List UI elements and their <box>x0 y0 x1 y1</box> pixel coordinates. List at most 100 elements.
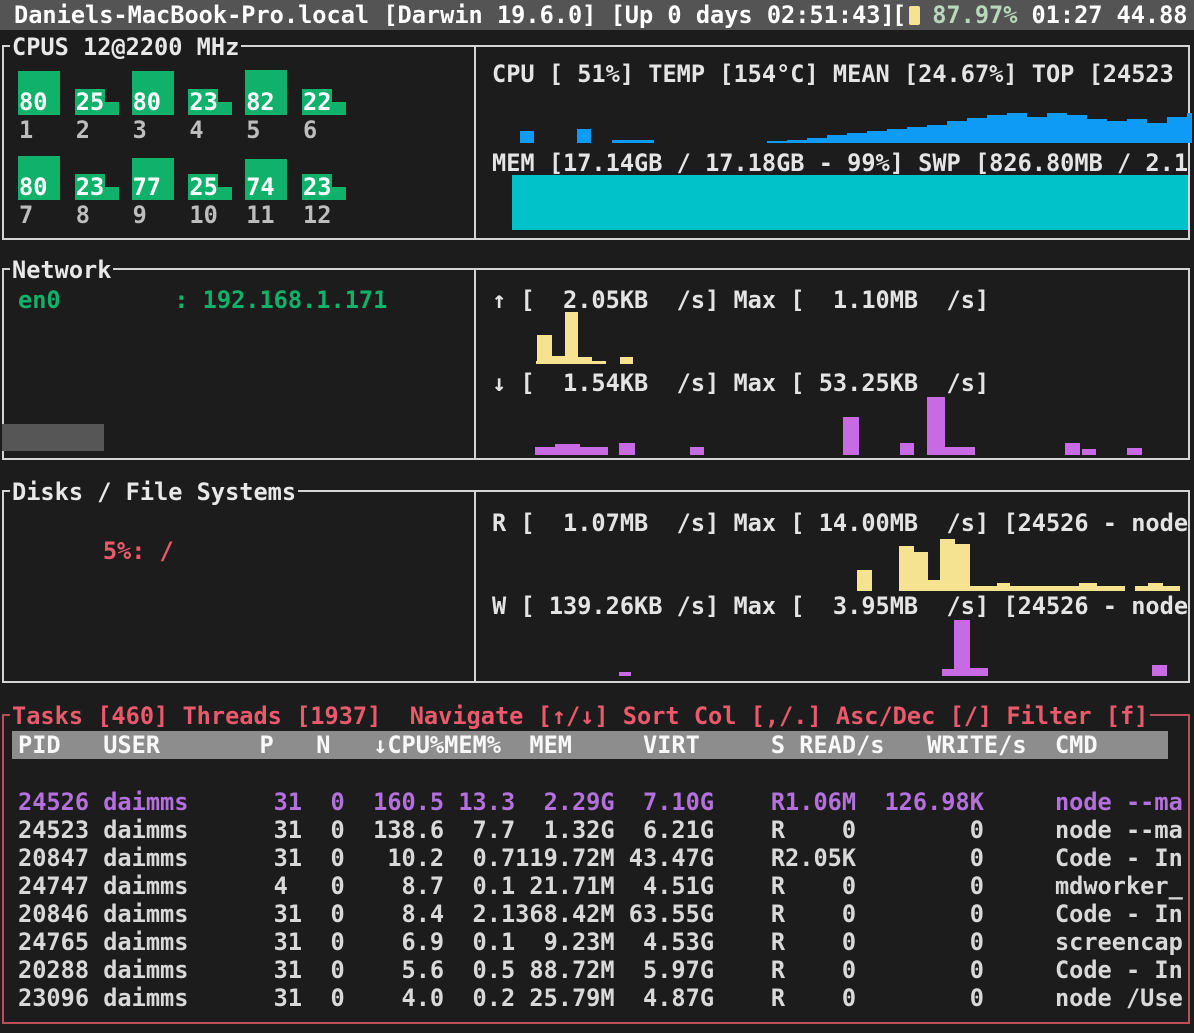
cpu-core-load: 80 <box>133 89 161 115</box>
terminal-screen: { "colors": { "green": "#10b26b", "blue"… <box>0 0 1194 1033</box>
disk-write-line: W [ 139.26KB /s] Max [ 3.95MB /s] [24526… <box>492 592 1188 620</box>
battery-bracket: [ <box>892 1 906 29</box>
hist-bar <box>537 335 552 364</box>
net-down-chart <box>480 397 1192 455</box>
hist-bar <box>970 668 988 676</box>
hist-bar <box>1152 665 1167 676</box>
hist-bar <box>1047 113 1067 143</box>
hist-bar <box>1067 115 1087 143</box>
net-up-chart <box>480 309 1192 364</box>
mem-usage-bar <box>480 175 1192 230</box>
hist-bar <box>578 357 592 364</box>
cpu-core-cell: 807 <box>18 154 74 228</box>
hist-bar <box>552 356 565 364</box>
tasks-header-row[interactable]: PID USER P N ↓CPU%MEM% MEM VIRT S READ/s… <box>12 731 1168 759</box>
disk-usage-line: 5%: / <box>46 509 174 593</box>
cpu-core-cell: 7411 <box>245 154 301 228</box>
hist-bar <box>555 444 580 455</box>
task-row[interactable]: 24523 daimms 31 0 138.6 7.7 1.32G 6.21G … <box>18 816 1194 844</box>
battery-watts: 44.88 <box>1116 1 1187 29</box>
hist-bar <box>887 129 907 143</box>
cpu-core-bar-step <box>332 102 346 115</box>
cpu-core-number: 11 <box>246 201 274 229</box>
hist-bar <box>867 131 887 143</box>
hist-bar <box>1127 448 1142 455</box>
cpu-core-number: 9 <box>133 201 147 229</box>
hist-bar <box>619 443 635 455</box>
hist-bar <box>954 620 970 676</box>
hist-bar <box>520 131 534 143</box>
hist-bar <box>843 417 859 455</box>
cpu-core-cell: 2312 <box>302 154 358 228</box>
network-section-box: Network en0 : 192.168.1.171 ↑ [ 2.05KB /… <box>2 268 1190 460</box>
battery-icon <box>909 6 920 25</box>
hist-bar <box>619 672 631 676</box>
task-row[interactable]: 24526 daimms 31 0 160.5 13.3 2.29G 7.10G… <box>18 788 1194 816</box>
disks-section-divider <box>474 492 476 681</box>
hist-bar <box>580 447 608 455</box>
hist-bar <box>1167 117 1187 143</box>
network-section-title: Network <box>10 256 113 284</box>
cpu-core-load: 25 <box>189 174 217 200</box>
task-row[interactable]: 20288 daimms 31 0 5.6 0.5 88.72M 5.97G R… <box>18 956 1194 984</box>
network-scroll-indicator[interactable] <box>2 424 104 451</box>
cpu-core-cell: 226 <box>302 69 358 143</box>
cpu-core-cell: 803 <box>132 69 188 143</box>
cpu-core-number: 12 <box>303 201 331 229</box>
hist-bar <box>847 133 867 143</box>
hist-bar <box>987 115 1007 143</box>
tasks-section-box: Tasks [460] Threads [1937] Navigate [↑/↓… <box>2 714 1190 1024</box>
hist-bar <box>928 580 940 591</box>
network-section-divider <box>474 270 476 458</box>
task-row[interactable]: 24765 daimms 31 0 6.9 0.1 9.23M 4.53G R … <box>18 928 1194 956</box>
hist-bar <box>1007 113 1027 143</box>
disk-read-line: R [ 1.07MB /s] Max [ 14.00MB /s] [24526 … <box>492 509 1188 537</box>
cpu-core-number: 4 <box>189 116 203 144</box>
hist-bar <box>907 127 927 143</box>
cpu-core-load: 23 <box>76 174 104 200</box>
hist-bar <box>612 140 654 143</box>
battery-percent: 87.97% <box>932 1 1017 29</box>
cpu-core-cell: 234 <box>188 69 244 143</box>
cpu-core-cell: 801 <box>18 69 74 143</box>
cpu-section-box: CPUS 12@2200 MHz 80125280323482522680723… <box>2 45 1190 240</box>
cpu-core-bar-step <box>218 102 232 115</box>
hist-bar <box>1079 583 1097 591</box>
hist-bar <box>1147 123 1167 143</box>
hist-bar <box>997 583 1010 591</box>
hist-bar <box>970 586 1125 591</box>
cpu-core-cell: 238 <box>75 154 131 228</box>
cpu-history-chart <box>480 101 1192 143</box>
disk-write-chart <box>480 618 1192 676</box>
cpu-core-load: 80 <box>19 89 47 115</box>
hist-bar <box>955 544 970 591</box>
cpu-core-number: 3 <box>133 116 147 144</box>
hist-bar <box>1082 449 1096 455</box>
hist-bar <box>1187 113 1192 143</box>
hist-bar <box>787 140 807 143</box>
task-row[interactable]: 20846 daimms 31 0 8.4 2.1368.42M 63.55G … <box>18 900 1194 928</box>
cpu-summary-line: CPU [ 51%] TEMP [154°C] MEAN [24.67%] TO… <box>492 60 1174 88</box>
cpu-core-number: 5 <box>246 116 260 144</box>
hist-bar <box>577 129 591 143</box>
cpu-core-load: 23 <box>303 174 331 200</box>
disk-read-chart <box>480 536 1192 591</box>
hist-bar <box>565 312 578 364</box>
task-row[interactable]: 20847 daimms 31 0 10.2 0.7119.72M 43.47G… <box>18 844 1194 872</box>
hist-bar <box>942 669 954 676</box>
cpu-core-cell: 779 <box>132 154 188 228</box>
task-row[interactable]: 24747 daimms 4 0 8.7 0.1 21.71M 4.51G R … <box>18 872 1194 900</box>
host-info: Daniels-MacBook-Pro.local [Darwin 19.6.0… <box>14 0 895 30</box>
task-row[interactable]: 23096 daimms 31 0 4.0 0.2 25.79M 4.87G R… <box>18 984 1194 1012</box>
hist-bar <box>767 141 787 143</box>
cpu-core-number: 2 <box>76 116 90 144</box>
hist-bar <box>967 118 987 143</box>
hist-bar <box>927 397 945 455</box>
disk-usage-percent: 5%: <box>103 537 146 565</box>
disks-section-title: Disks / File Systems <box>10 478 298 506</box>
hist-bar <box>1087 119 1107 143</box>
cpu-core-cell: 252 <box>75 69 131 143</box>
hist-bar <box>1127 119 1147 143</box>
tasks-title: Tasks [460] Threads [1937] Navigate [↑/↓… <box>10 702 1150 730</box>
disk-mount-point: / <box>159 537 173 565</box>
